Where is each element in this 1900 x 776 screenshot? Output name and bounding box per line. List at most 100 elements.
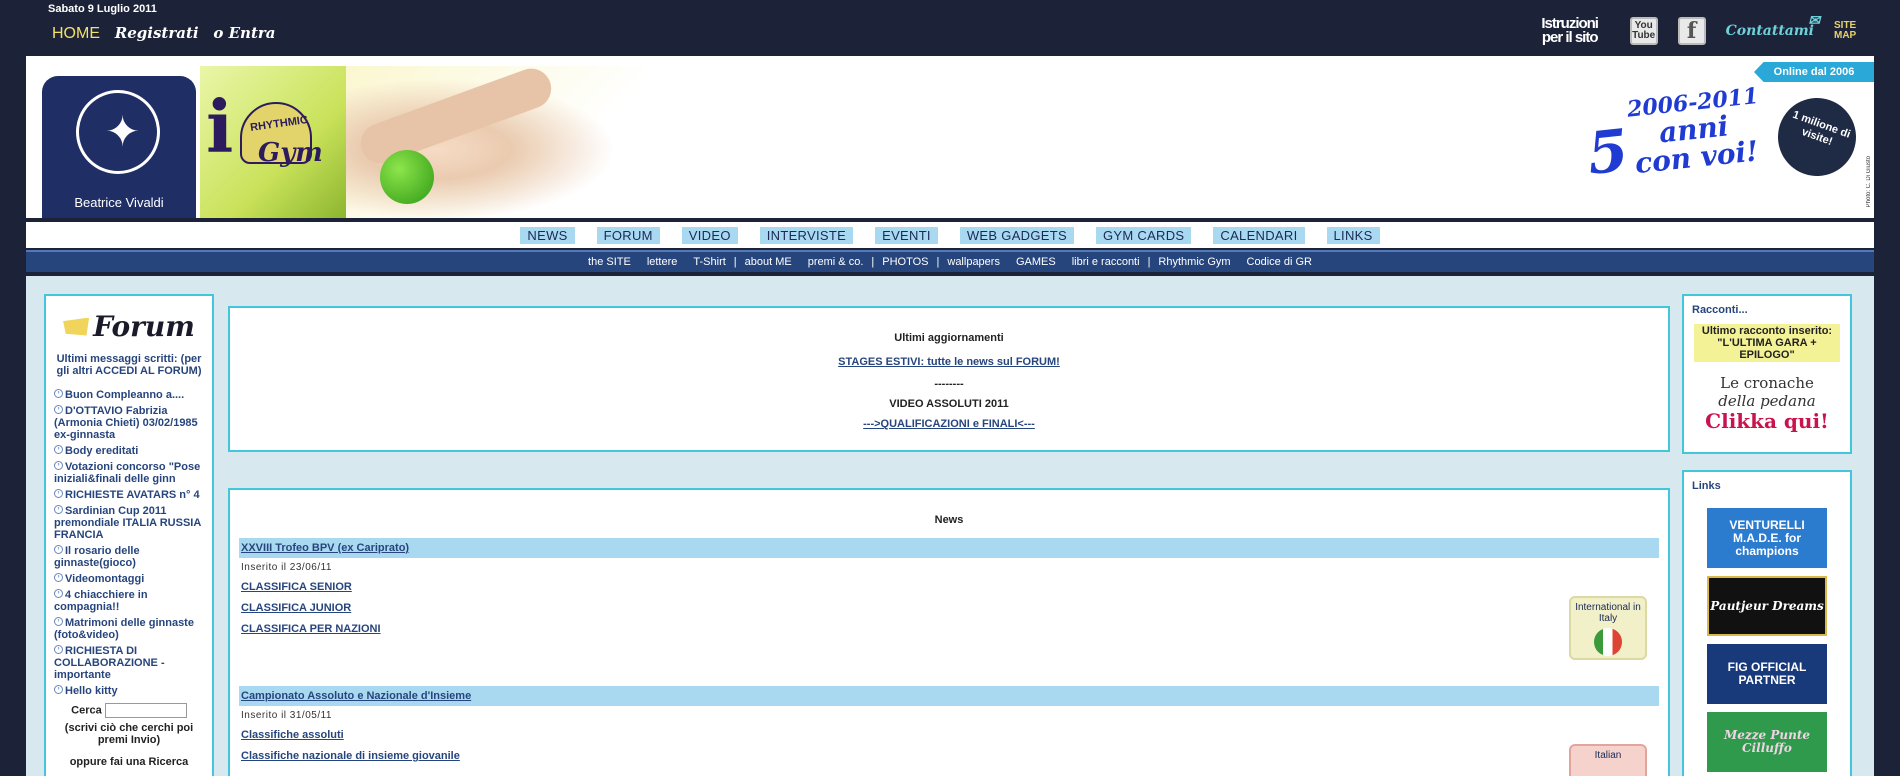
forum-topic[interactable]: › Hello kitty	[54, 685, 204, 697]
updates-panel: Ultimi aggiornamenti STAGES ESTIVI: tutt…	[228, 306, 1670, 452]
venturelli-banner[interactable]: VENTURELLI M.A.D.E. for champions	[1707, 508, 1827, 568]
forum-title-text: Forum	[93, 310, 195, 343]
forum-panel: Forum Ultimi messaggi scritti: (per gli …	[44, 294, 214, 776]
bullet-icon: ›	[54, 389, 63, 398]
badge-label: Italian	[1594, 750, 1622, 761]
forum-topic-label: 4 chiacchiere in compagnia!!	[54, 589, 148, 613]
international-badge: International in Italy	[1569, 596, 1647, 660]
login-link[interactable]: o Entra	[213, 24, 275, 42]
news-link-row: CLASSIFICA PER NAZIONI	[239, 619, 1659, 640]
contact-link[interactable]: Contattami ✉	[1726, 13, 1820, 39]
forum-topic-label: RICHIESTE AVATARS n° 4	[65, 489, 200, 501]
qualificazioni-link[interactable]: --->QUALIFICAZIONI e FINALI<---	[230, 418, 1668, 430]
submenu-lettere[interactable]: lettere	[639, 256, 686, 268]
submenu-premi[interactable]: premi & co.	[800, 256, 872, 268]
submenu-wallpapers[interactable]: wallpapers	[939, 256, 1008, 268]
forum-topic[interactable]: › Matrimoni delle ginnaste (foto&video)	[54, 617, 204, 641]
forum-topic[interactable]: › Buon Compleanno a....	[54, 389, 204, 401]
submenu-photos[interactable]: PHOTOS	[874, 256, 936, 268]
menu-video[interactable]: VIDEO	[681, 226, 738, 244]
sub-menu: the SITE lettere T-Shirt | about ME premi…	[26, 250, 1874, 272]
forum-topic[interactable]: › Videomontaggi	[54, 573, 204, 585]
bullet-icon: ›	[54, 405, 63, 414]
forum-topic[interactable]: › Body ereditati	[54, 445, 204, 457]
search-extra[interactable]: oppure fai una Ricerca	[54, 756, 204, 768]
pautjeur-banner[interactable]: Pautjeur Dreams	[1707, 576, 1827, 636]
submenu-tshirt[interactable]: T-Shirt	[685, 256, 733, 268]
forum-topic[interactable]: › Votazioni concorso "Pose iniziali&final…	[54, 461, 204, 485]
news-link[interactable]: CLASSIFICA PER NAZIONI	[241, 623, 381, 635]
news-link[interactable]: Classifiche nazionale di insieme giovani…	[241, 750, 460, 762]
gymnast-photo	[346, 63, 646, 218]
forum-topic-label: Votazioni concorso "Pose iniziali&finali…	[54, 461, 201, 485]
bullet-icon: ›	[54, 445, 63, 454]
forum-topic[interactable]: › 4 chiacchiere in compagnia!!	[54, 589, 204, 613]
latest-story: Ultimo racconto inserito: "L'ULTIMA GARA…	[1694, 324, 1840, 362]
news-link[interactable]: CLASSIFICA JUNIOR	[241, 602, 351, 614]
menu-web-gadgets[interactable]: WEB GADGETS	[959, 226, 1074, 244]
photo-credit: Photo: C. Di Giusto	[1866, 156, 1872, 208]
letter-i-icon: i	[206, 84, 234, 169]
submenu-rhythmic-gym[interactable]: Rhythmic Gym	[1150, 256, 1238, 268]
logo-name: Beatrice Vivaldi	[74, 195, 164, 210]
menu-links[interactable]: LINKS	[1326, 226, 1380, 244]
anniversary-five: 5	[1584, 116, 1632, 188]
sitemap-link[interactable]: SITE MAP	[1834, 21, 1856, 41]
news-headline: Campionato Assoluto e Nazionale d'Insiem…	[239, 686, 1659, 706]
links-panel: Links VENTURELLI M.A.D.E. for champions …	[1682, 470, 1852, 776]
forum-topic[interactable]: › Sardinian Cup 2011 premondiale ITALIA R…	[54, 505, 204, 541]
youtube-icon[interactable]: You Tube	[1629, 17, 1658, 45]
forum-topic-label: D'OTTAVIO Fabrizia (Armonia Chieti) 03/0…	[54, 405, 198, 441]
menu-calendari[interactable]: CALENDARI	[1213, 226, 1305, 244]
links-title: Links	[1692, 480, 1721, 492]
forum-title[interactable]: Forum	[54, 310, 204, 343]
updates-title: Ultimi aggiornamenti	[894, 332, 1004, 344]
cronache-banner[interactable]: Le cronache della pedana Clikka qui!	[1692, 374, 1842, 431]
submenu-the-site[interactable]: the SITE	[580, 256, 639, 268]
submenu-games[interactable]: GAMES	[1008, 256, 1064, 268]
current-date: Sabato 9 Luglio 2011	[48, 3, 157, 15]
submenu-libri[interactable]: libri e racconti	[1064, 256, 1148, 268]
mezze-punte-banner[interactable]: Mezze Punte Cilluffo	[1707, 712, 1827, 772]
instructions-link[interactable]: Istruzioni per il sito	[1530, 16, 1610, 45]
search-input[interactable]	[104, 703, 187, 718]
menu-news[interactable]: NEWS	[520, 226, 575, 244]
forum-topic[interactable]: › RICHIESTA DI COLLABORAZIONE - important…	[54, 645, 204, 681]
menu-forum[interactable]: FORUM	[596, 226, 660, 244]
green-ball	[380, 150, 434, 204]
top-nav: HOME Registrati o Entra	[52, 24, 286, 43]
anniversary-text: 2006-2011 5 anni con voi!	[1583, 83, 1766, 188]
stages-link[interactable]: STAGES ESTIVI: tutte le news sul FORUM!	[230, 356, 1668, 368]
facebook-icon[interactable]: f	[1677, 17, 1706, 45]
submenu-codice[interactable]: Codice di GR	[1239, 256, 1320, 268]
news-date: Inserito il 31/05/11	[241, 710, 332, 721]
fig-partner-banner[interactable]: FIG OFFICIAL PARTNER	[1707, 644, 1827, 704]
top-links: Istruzioni per il sito You Tube f Contat…	[1530, 13, 1856, 45]
forum-topic-label: RICHIESTA DI COLLABORAZIONE - importante	[54, 645, 165, 681]
submenu-about-me[interactable]: about ME	[737, 256, 800, 268]
menu-eventi[interactable]: EVENTI	[875, 226, 938, 244]
italy-flag-icon	[1594, 628, 1622, 656]
menu-gym-cards[interactable]: GYM CARDS	[1095, 226, 1192, 244]
news-link[interactable]: CLASSIFICA SENIOR	[241, 581, 352, 593]
site-logo[interactable]: ✦ Beatrice Vivaldi	[42, 76, 196, 218]
home-link[interactable]: HOME	[52, 25, 100, 42]
i-love-rhythmic-gym-logo: i RHYTHMIC Gym	[200, 66, 350, 218]
search-label: Cerca	[71, 704, 102, 717]
forum-topic[interactable]: › RICHIESTE AVATARS n° 4	[54, 489, 204, 501]
register-link[interactable]: Registrati	[115, 24, 199, 42]
menu-interviste[interactable]: INTERVISTE	[759, 226, 854, 244]
forum-subtitle: Ultimi messaggi scritti: (per gli altri …	[56, 353, 202, 377]
bullet-icon: ›	[54, 573, 63, 582]
italian-badge: Italian	[1569, 744, 1647, 776]
news-date: Inserito il 23/06/11	[241, 562, 332, 573]
forum-topic-label: Il rosario delle ginnaste(gioco)	[54, 545, 140, 569]
news-headline-link[interactable]: XXVIII Trofeo BPV (ex Cariprato)	[241, 542, 409, 554]
news-link[interactable]: Classifiche assoluti	[241, 729, 344, 741]
racconti-title: Racconti...	[1692, 304, 1748, 316]
forum-topic[interactable]: › Il rosario delle ginnaste(gioco)	[54, 545, 204, 569]
news-headline-link[interactable]: Campionato Assoluto e Nazionale d'Insiem…	[241, 690, 471, 702]
bullet-icon: ›	[54, 589, 63, 598]
forum-topic-label: Body ereditati	[65, 445, 139, 457]
forum-topic[interactable]: › D'OTTAVIO Fabrizia (Armonia Chieti) 03/…	[54, 405, 204, 441]
